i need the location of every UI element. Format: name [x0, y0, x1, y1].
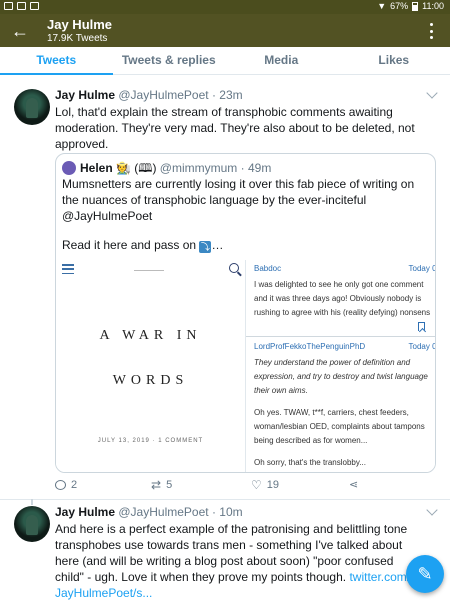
- more-vertical-icon[interactable]: [430, 23, 434, 39]
- tab-media[interactable]: Media: [225, 47, 338, 74]
- quoted-tweet-text: Mumsnetters are currently losing it over…: [62, 177, 415, 223]
- chevron-down-icon[interactable]: [426, 504, 438, 516]
- battery-percent: 67%: [390, 1, 409, 11]
- article-preview-image[interactable]: A WAR IN WORDS JULY 13, 2019 · 1 COMMENT: [56, 260, 245, 472]
- arrow-right-hook-icon: ⤵: [199, 241, 212, 253]
- battery-icon: [412, 1, 419, 11]
- comment-line: and it was three days ago! Obviously nob…: [254, 294, 422, 303]
- compose-tweet-icon[interactable]: ✎: [406, 555, 444, 593]
- tweet-author-handle: @JayHulmePoet: [118, 88, 209, 102]
- notification-icon: [17, 2, 26, 10]
- article-date: JULY 13, 2019 · 1 COMMENT: [97, 438, 204, 444]
- comments-preview-image[interactable]: Babdoc Today 08 I was delighted to see h…: [245, 260, 435, 472]
- article-title-line1: A WAR IN: [99, 328, 202, 343]
- heart-icon: ♡: [251, 478, 262, 492]
- comment-author: Babdoc: [254, 264, 282, 273]
- tweet-link-cont[interactable]: JayHulmePoet/s...: [55, 586, 152, 600]
- chevron-down-icon[interactable]: [426, 87, 438, 99]
- comment-date: Today 08: [408, 264, 435, 273]
- tweet-time: · 23m: [211, 88, 243, 102]
- clock: 11:00: [422, 1, 444, 11]
- tweet-time: · 10m: [211, 505, 243, 519]
- tweet-link[interactable]: twitter.com/: [349, 570, 410, 584]
- search-icon: [229, 263, 239, 273]
- profile-name: Jay Hulme: [47, 17, 113, 32]
- tweet-actions: 2 ⇄ 5 ♡ 19 ⋖: [55, 479, 436, 495]
- avatar[interactable]: [14, 506, 50, 542]
- tweet-count: 17.9K Tweets: [47, 33, 108, 44]
- tweet-author-handle: @JayHulmePoet: [118, 505, 209, 519]
- retweet-button[interactable]: ⇄ 5: [151, 479, 172, 491]
- tweet-text: And here is a perfect example of the pat…: [55, 521, 415, 600]
- comment-line: Oh yes. TWAW, t**f, carriers, chest feed…: [254, 408, 409, 417]
- signal-icon: ▼: [377, 1, 387, 11]
- bookmark-icon: [418, 322, 425, 331]
- status-indicators: ▼ 67% 11:00: [377, 1, 444, 11]
- notification-icon: [30, 2, 39, 10]
- arrow-left-icon[interactable]: ←: [10, 21, 30, 41]
- profile-tabs: Tweets Tweets & replies Media Likes: [0, 47, 450, 75]
- tweet-author-name: Jay Hulme: [55, 88, 116, 102]
- notification-icon: [4, 2, 13, 10]
- tab-tweets-replies[interactable]: Tweets & replies: [113, 47, 226, 74]
- share-icon: ⋖: [349, 479, 359, 491]
- tab-likes[interactable]: Likes: [338, 47, 450, 74]
- reply-icon: [55, 480, 66, 490]
- quoted-author-emoji: 🧑‍🌾 (🕮): [116, 161, 157, 175]
- retweet-count: 5: [166, 479, 173, 491]
- quoted-link-text: Read it here and pass on: [62, 238, 197, 252]
- quoted-tweet[interactable]: Helen 🧑‍🌾 (🕮) @mimmymum · 49m Mumsnetter…: [55, 153, 436, 473]
- quoted-tweet-time: · 49m: [240, 161, 272, 175]
- tweet-text: Lol, that'd explain the stream of transp…: [55, 105, 415, 151]
- comment-date: Today 08: [408, 342, 435, 351]
- comment-author: LordProfFekkoThePenguinPhD: [254, 342, 366, 351]
- avatar[interactable]: [14, 89, 50, 125]
- avatar: [62, 161, 76, 175]
- quoted-tweet-link-line: Read it here and pass on ⤵…: [62, 238, 223, 253]
- comment-divider: [246, 336, 435, 337]
- quoted-author-name: Helen: [80, 161, 113, 175]
- reply-count: 2: [71, 479, 78, 491]
- comment-line: being described as for women...: [254, 436, 368, 445]
- tweet-author[interactable]: Jay Hulme @JayHulmePoet · 10m: [55, 505, 243, 519]
- comment-quote: They understand the power of definition …: [254, 358, 428, 395]
- article-title-line2: WORDS: [112, 373, 189, 388]
- share-button[interactable]: ⋖: [349, 479, 358, 491]
- quoted-author-handle: @mimmymum: [159, 161, 238, 175]
- comment-line: rushing to agree with his (reality defyi…: [254, 308, 431, 317]
- status-bar: ▼ 67% 11:00: [0, 0, 450, 14]
- thread-line: [31, 499, 33, 505]
- menu-icon: [62, 264, 74, 274]
- retweet-icon: ⇄: [151, 478, 162, 492]
- like-count: 19: [266, 479, 280, 491]
- comment-line: woman/lesbian OED, complaints about tamp…: [254, 422, 425, 431]
- comment-line: I was delighted to see he only got one c…: [254, 280, 424, 289]
- comment-line: Oh sorry, that's the translobby...: [254, 458, 366, 467]
- notification-icons: [4, 2, 39, 10]
- tab-tweets[interactable]: Tweets: [0, 47, 113, 75]
- site-logo: [134, 270, 164, 271]
- like-button[interactable]: ♡ 19: [251, 479, 279, 491]
- profile-header: ← Jay Hulme 17.9K Tweets: [0, 14, 450, 47]
- tweet-author[interactable]: Jay Hulme @JayHulmePoet · 23m: [55, 88, 243, 102]
- reply-button[interactable]: 2: [55, 479, 77, 491]
- tweet-divider: [0, 499, 450, 500]
- tweet-author-name: Jay Hulme: [55, 505, 116, 519]
- quoted-link-ellipsis: …: [211, 238, 224, 252]
